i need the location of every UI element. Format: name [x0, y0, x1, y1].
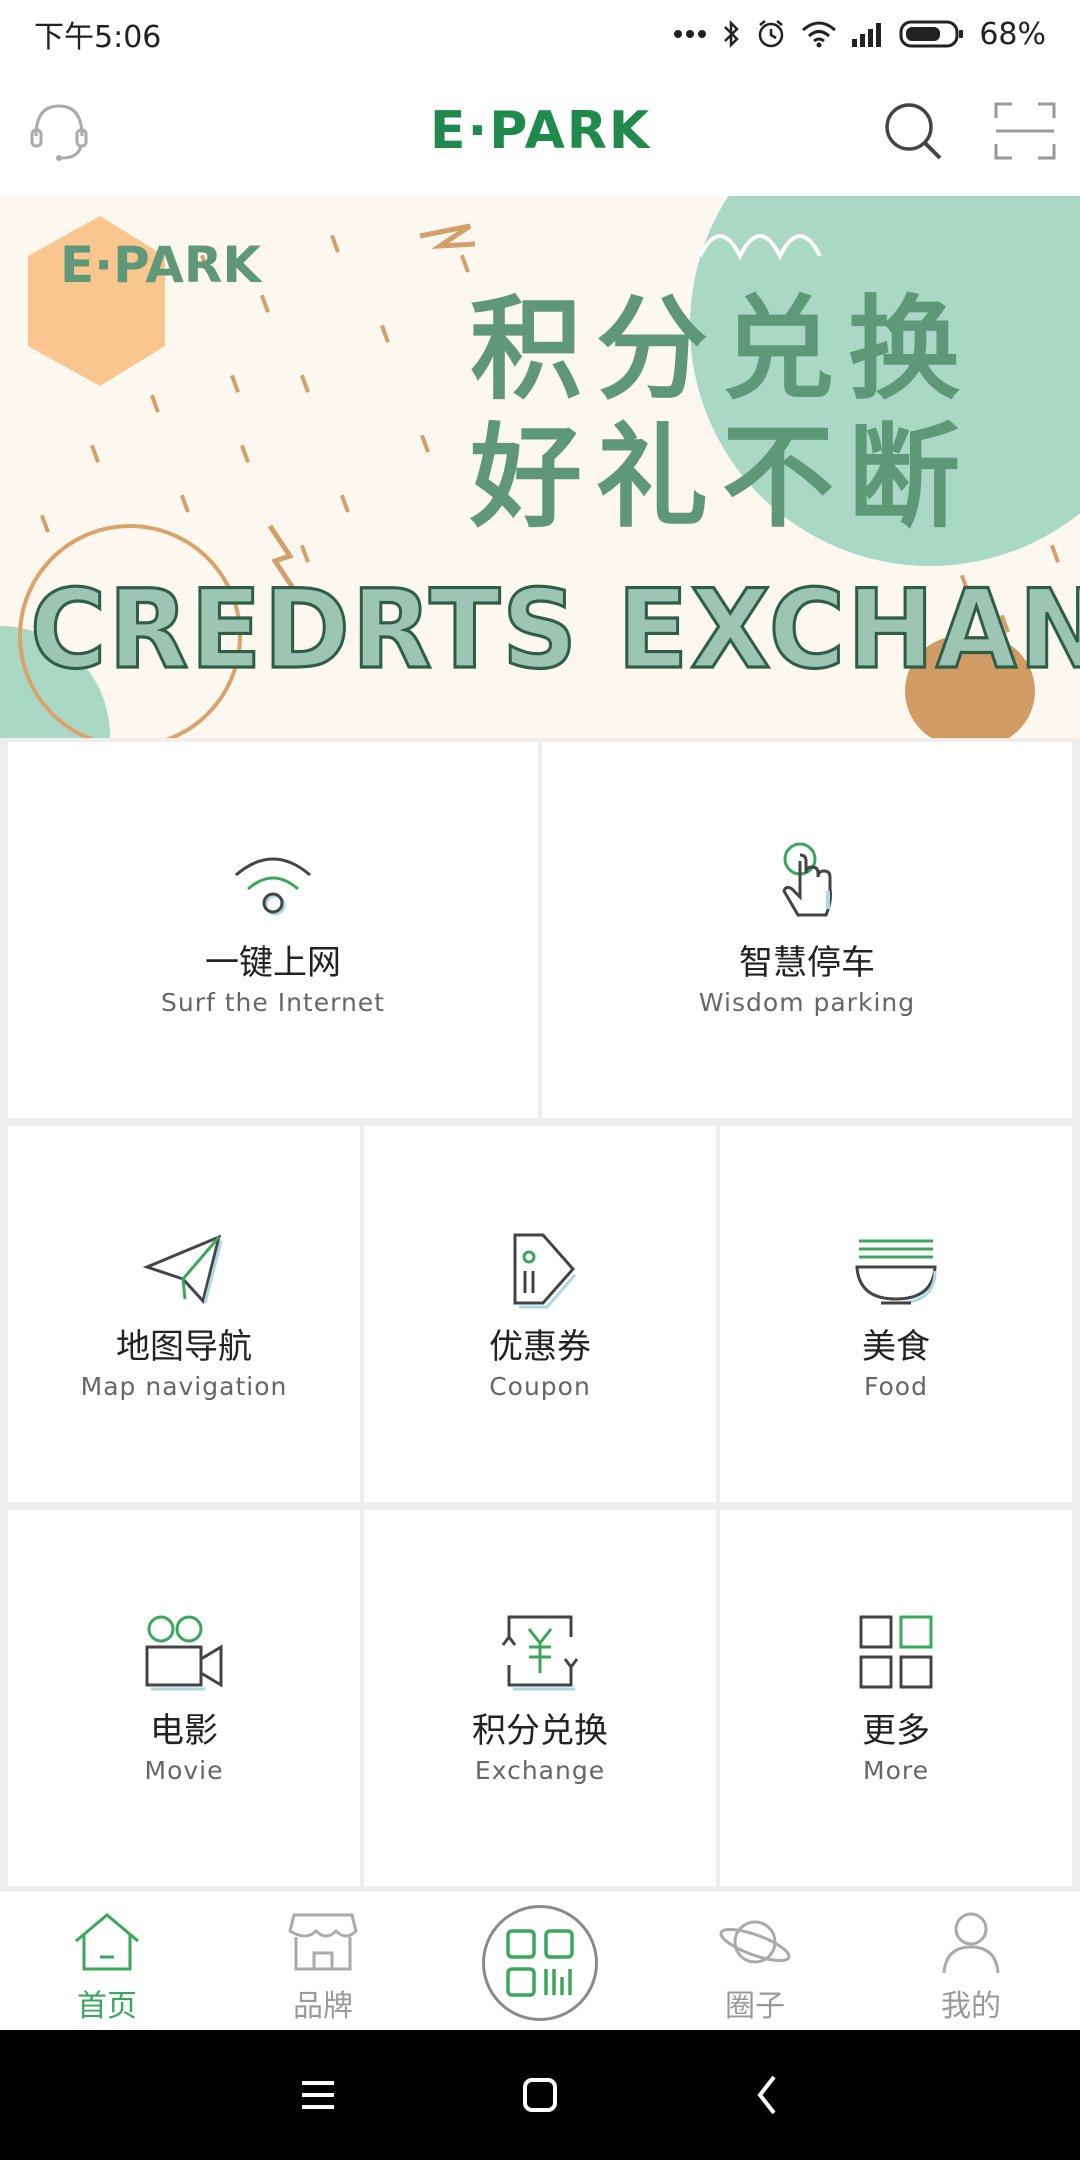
nav-label: 首页: [77, 1989, 137, 2024]
tag-icon: [513, 1233, 577, 1309]
grid-item-label: 积分兑换: [472, 1711, 608, 1751]
user-icon: [942, 1912, 1000, 1974]
grid-item-exchange[interactable]: 积分兑换 Exchange: [364, 1510, 716, 1886]
planet-icon: [719, 1920, 791, 1964]
nav-item-circle[interactable]: 圈子: [680, 1909, 830, 2027]
wifi-icon: [235, 857, 311, 916]
signal-icon: [851, 21, 885, 47]
video-camera-icon: [145, 1615, 223, 1691]
nav-item-brand[interactable]: 品牌: [248, 1909, 398, 2027]
grid-more-icon: [859, 1615, 933, 1689]
status-icons: 68%: [673, 17, 1046, 52]
alarm-icon: [755, 18, 787, 50]
grid-item-sublabel: Movie: [144, 1756, 224, 1785]
touch-icon: [782, 842, 832, 917]
paper-plane-icon: [142, 1234, 223, 1305]
service-grid: 一键上网 Surf the Internet 智慧停车 Wisdom parki…: [0, 738, 1080, 1890]
qr-scan-button[interactable]: [482, 1905, 598, 2021]
bluetooth-icon: [721, 19, 741, 49]
grid-item-sublabel: Surf the Internet: [161, 988, 385, 1017]
scan-frame-icon[interactable]: [992, 98, 1058, 164]
app-logo: E·PARK: [430, 96, 650, 166]
app-header: E·PARK: [0, 68, 1080, 196]
grid-item-sublabel: More: [863, 1756, 929, 1785]
grid-item-parking[interactable]: 智慧停车 Wisdom parking: [542, 742, 1072, 1118]
yuan-exchange-icon: [501, 1615, 579, 1691]
nav-item-home[interactable]: 首页: [32, 1909, 182, 2027]
grid-item-label: 更多: [862, 1711, 930, 1751]
grid-item-label: 地图导航: [116, 1327, 252, 1367]
grid-item-label: 智慧停车: [739, 943, 875, 983]
grid-item-sublabel: Food: [864, 1372, 928, 1401]
headset-icon[interactable]: [26, 98, 92, 164]
grid-item-sublabel: Exchange: [474, 1756, 606, 1785]
nav-label: 品牌: [293, 1989, 353, 2024]
banner-title-line2: 好礼不断: [470, 412, 974, 543]
grid-item-sublabel: Map navigation: [80, 1372, 288, 1401]
promo-banner[interactable]: E·PARK 积分兑换 好礼不断 CREDRTS EXCHANGE: [0, 196, 1080, 738]
battery-percent: 68%: [979, 16, 1046, 52]
home-square-icon[interactable]: [510, 2065, 570, 2125]
grid-item-sublabel: Wisdom parking: [698, 988, 916, 1017]
back-icon[interactable]: [738, 2065, 798, 2125]
banner-title-line1: 积分兑换: [470, 284, 974, 415]
grid-item-sublabel: Coupon: [489, 1372, 591, 1401]
logo-text: E·PARK: [430, 101, 652, 161]
home-icon: [75, 1913, 139, 1971]
grid-item-label: 一键上网: [205, 943, 341, 983]
noodle-bowl-icon: [855, 1239, 937, 1305]
grid-item-movie[interactable]: 电影 Movie: [8, 1510, 360, 1886]
banner-subtitle: CREDRTS EXCHANGE: [29, 563, 1080, 694]
grid-item-more[interactable]: 更多 More: [720, 1510, 1072, 1886]
nav-item-mine[interactable]: 我的: [896, 1909, 1046, 2027]
nav-label: 圈子: [725, 1989, 785, 2024]
grid-item-label: 电影: [150, 1711, 218, 1751]
grid-item-coupon[interactable]: 优惠券 Coupon: [364, 1126, 716, 1502]
grid-item-label: 美食: [862, 1327, 930, 1367]
bottom-nav: 首页 品牌 圈子 我的: [0, 1890, 1080, 2030]
status-time: 下午5:06: [34, 20, 162, 55]
banner-logo: E·PARK: [60, 236, 262, 294]
grid-item-internet[interactable]: 一键上网 Surf the Internet: [8, 742, 538, 1118]
status-bar: 下午5:06 68%: [0, 0, 1080, 68]
grid-item-label: 优惠券: [489, 1327, 591, 1367]
menu-icon[interactable]: [288, 2065, 348, 2125]
wifi-status-icon: [801, 20, 837, 48]
battery-icon: [899, 19, 965, 49]
system-nav-bar: [0, 2030, 1080, 2160]
grid-item-map[interactable]: 地图导航 Map navigation: [8, 1126, 360, 1502]
grid-item-food[interactable]: 美食 Food: [720, 1126, 1072, 1502]
store-icon: [288, 1913, 358, 1971]
qr-scan-icon: [506, 1929, 574, 1997]
nav-label: 我的: [941, 1989, 1001, 2024]
search-icon[interactable]: [880, 98, 946, 164]
more-dots-icon: [673, 29, 707, 39]
